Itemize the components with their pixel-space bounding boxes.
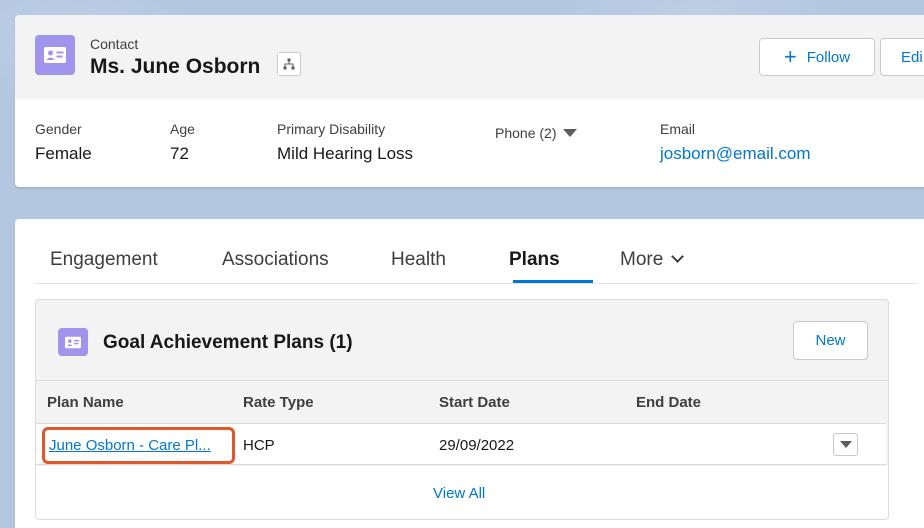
- related-list-card: Goal Achievement Plans (1) New Plan Name…: [35, 299, 889, 520]
- age-value: 72: [170, 144, 189, 163]
- hierarchy-icon: [283, 58, 295, 70]
- phone-label: Phone (2): [495, 125, 557, 141]
- column-header-plan-name: Plan Name: [47, 394, 124, 411]
- edit-button[interactable]: Edi: [880, 38, 924, 76]
- tab-plans[interactable]: Plans: [509, 249, 560, 271]
- email-link[interactable]: josborn@email.com: [660, 144, 810, 164]
- tab-associations[interactable]: Associations: [222, 249, 329, 271]
- tab-health[interactable]: Health: [391, 249, 446, 271]
- tab-engagement[interactable]: Engagement: [50, 249, 158, 271]
- chevron-down-icon: [839, 441, 852, 448]
- follow-button[interactable]: + Follow: [759, 38, 875, 76]
- follow-label: Follow: [806, 48, 851, 66]
- related-list-title[interactable]: Goal Achievement Plans (1): [103, 332, 353, 354]
- rate-type-cell: HCP: [243, 437, 275, 454]
- column-header-start-date: Start Date: [439, 394, 510, 411]
- disability-label: Primary Disability: [277, 121, 386, 137]
- contact-icon: [35, 35, 75, 75]
- gender-value: Female: [35, 144, 92, 163]
- chevron-down-icon: [563, 129, 578, 137]
- column-header-end-date: End Date: [636, 394, 702, 411]
- column-header-rate-type: Rate Type: [243, 394, 314, 411]
- tab-bar: Engagement Associations Health Plans Mor…: [35, 219, 917, 284]
- chevron-down-icon: [671, 250, 685, 263]
- age-label: Age: [170, 121, 195, 137]
- record-header-top: Contact Ms. June Osborn + Follow Edi: [15, 15, 924, 99]
- row-actions-button[interactable]: [833, 433, 858, 456]
- edit-label: Edi: [901, 48, 923, 66]
- view-all-link[interactable]: View All: [433, 485, 485, 502]
- record-tabs-card: Engagement Associations Health Plans Mor…: [15, 219, 924, 528]
- plus-icon: +: [783, 44, 797, 69]
- record-title: Ms. June Osborn: [90, 55, 261, 78]
- tab-more-label: More: [620, 249, 664, 270]
- entity-label: Contact: [90, 36, 139, 52]
- hierarchy-button[interactable]: [277, 52, 301, 76]
- tab-more[interactable]: More: [620, 249, 685, 271]
- email-label: Email: [660, 121, 696, 137]
- highlights-panel: Gender Female Age 72 Primary Disability …: [15, 99, 924, 187]
- plan-icon: [58, 328, 88, 356]
- gender-label: Gender: [35, 121, 82, 137]
- start-date-cell: 29/09/2022: [439, 437, 515, 454]
- new-label: New: [815, 332, 846, 349]
- record-header: Contact Ms. June Osborn + Follow Edi Gen…: [15, 15, 924, 187]
- phone-dropdown[interactable]: Phone (2): [495, 125, 578, 141]
- new-button[interactable]: New: [793, 321, 868, 360]
- disability-value: Mild Hearing Loss: [277, 144, 414, 163]
- highlight-box: [42, 427, 235, 464]
- related-list-header: Goal Achievement Plans (1) New: [36, 300, 888, 380]
- active-tab-indicator: [513, 280, 593, 283]
